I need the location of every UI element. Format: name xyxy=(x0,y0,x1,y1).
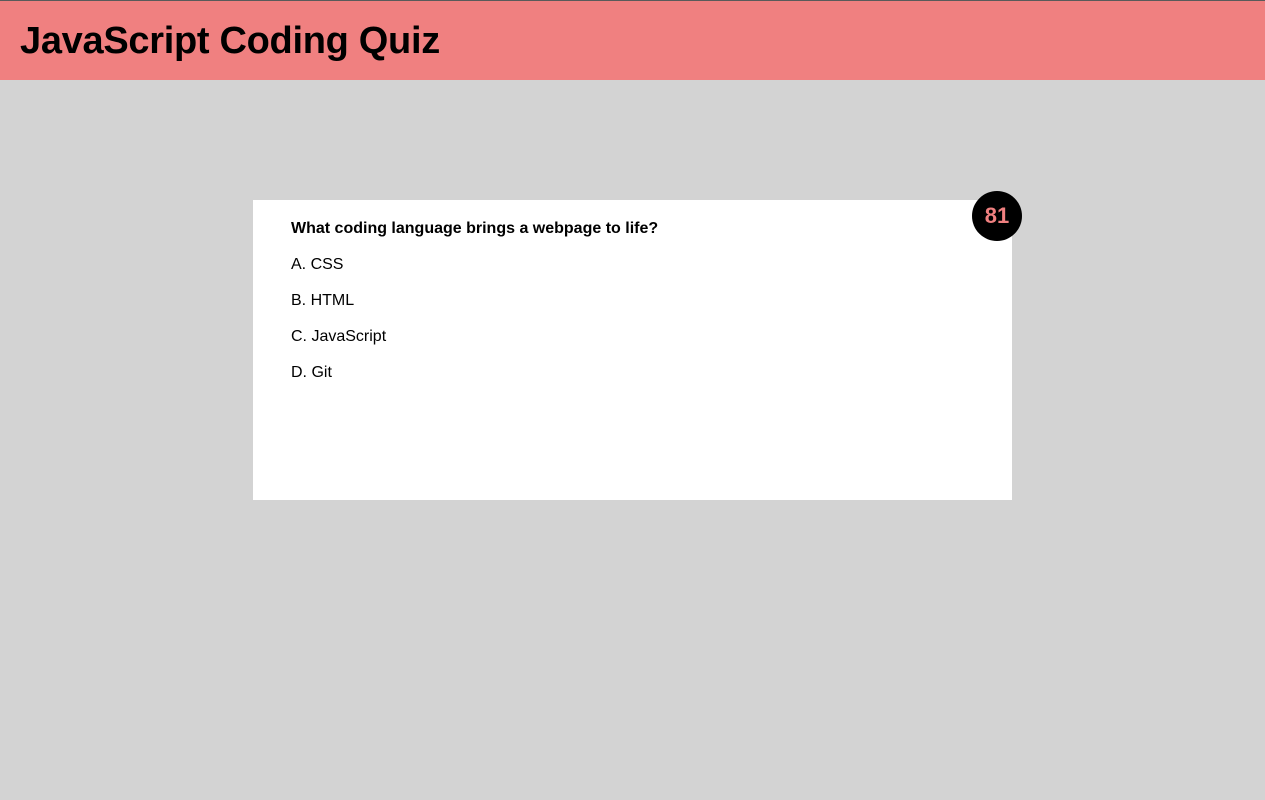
answer-list: A. CSS B. HTML C. JavaScript D. Git xyxy=(291,255,386,399)
question-text: What coding language brings a webpage to… xyxy=(291,220,659,237)
quiz-card: What coding language brings a webpage to… xyxy=(253,200,1012,500)
answer-option-c[interactable]: C. JavaScript xyxy=(291,327,386,363)
answer-option-a[interactable]: A. CSS xyxy=(291,255,386,291)
timer-badge: 81 xyxy=(972,191,1022,241)
answer-option-d[interactable]: D. Git xyxy=(291,363,386,399)
answer-option-b[interactable]: B. HTML xyxy=(291,291,386,327)
page-title: JavaScript Coding Quiz xyxy=(20,20,440,62)
app-header: JavaScript Coding Quiz xyxy=(0,0,1265,80)
